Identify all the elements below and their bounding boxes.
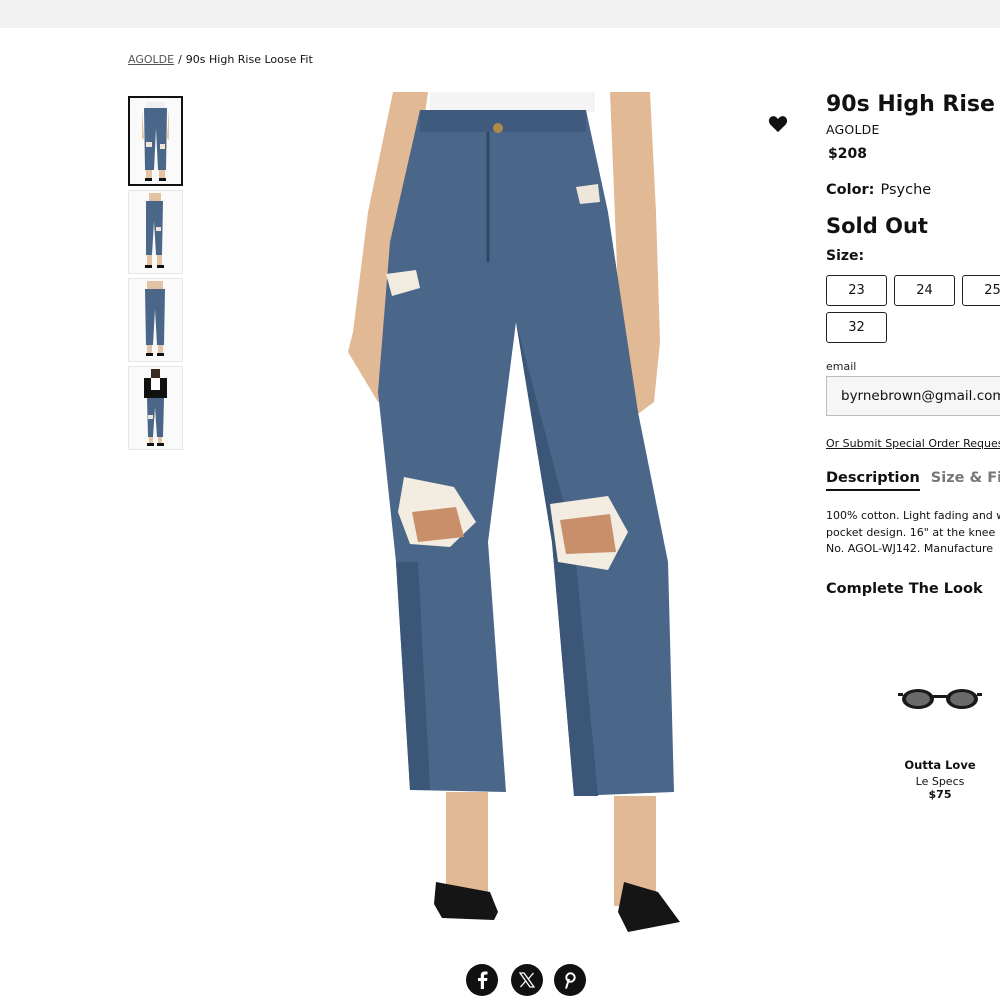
thumbnail-side[interactable] [128, 190, 183, 274]
breadcrumb-brand-link[interactable]: AGOLDE [128, 53, 174, 66]
thumbnail-list [128, 96, 185, 454]
share-x-button[interactable] [511, 964, 543, 996]
look-item-brand: Le Specs [915, 775, 965, 788]
color-value: Psyche [880, 182, 932, 198]
description-line: 100% cotton. Light fading and w [826, 509, 1000, 522]
size-label: Size: [826, 248, 865, 264]
size-option-23[interactable]: 23 [826, 275, 887, 306]
size-options: 23 24 25 31 32 [826, 275, 1000, 343]
breadcrumb-separator: / [178, 53, 182, 66]
tab-description[interactable]: Description [826, 470, 920, 491]
tab-size-fit[interactable]: Size & Fit [931, 470, 1000, 491]
sunglasses-image [898, 689, 982, 709]
product-title: 90s High Rise Loose Fit [826, 92, 1000, 117]
description-text: 100% cotton. Light fading and w pocket d… [826, 508, 1000, 558]
complete-the-look-heading: Complete The Look [826, 580, 983, 597]
look-item-name: Outta Love [904, 758, 976, 772]
breadcrumb: AGOLDE /90s High Rise Loose Fit [128, 53, 313, 66]
heart-icon [768, 116, 788, 133]
email-label: email [826, 360, 857, 373]
share-facebook-button[interactable] [466, 964, 498, 996]
share-pinterest-button[interactable] [554, 964, 586, 996]
main-product-image[interactable] [338, 92, 700, 946]
description-line: No. AGOL-WJ142. Manufacture [826, 542, 994, 555]
look-item-card[interactable]: Outta Love Le Specs $75 [890, 680, 990, 801]
product-price: $208 [828, 146, 867, 162]
color-row: Color: Psyche [826, 182, 1000, 198]
x-twitter-icon [519, 972, 535, 988]
thumbnail-front[interactable] [128, 96, 183, 186]
pinterest-icon [565, 972, 576, 989]
look-item-price: $75 [928, 788, 952, 801]
thumbnail-styled[interactable] [128, 366, 183, 450]
info-tabs: Description Size & Fit [826, 470, 1000, 491]
facebook-icon [478, 971, 488, 989]
wishlist-button[interactable] [768, 115, 790, 135]
top-bar [0, 0, 1000, 28]
size-option-25[interactable]: 25 [962, 275, 1000, 306]
stock-status: Sold Out [826, 214, 928, 238]
description-line: pocket design. 16" at the knee [826, 525, 996, 539]
size-option-32[interactable]: 32 [826, 312, 887, 343]
special-order-link[interactable]: Or Submit Special Order Request [826, 437, 1000, 450]
color-label: Color: [826, 182, 875, 198]
email-field[interactable] [826, 376, 1000, 416]
product-brand[interactable]: AGOLDE [826, 122, 1000, 137]
thumbnail-back[interactable] [128, 278, 183, 362]
breadcrumb-current: 90s High Rise Loose Fit [185, 53, 313, 66]
size-option-24[interactable]: 24 [894, 275, 955, 306]
